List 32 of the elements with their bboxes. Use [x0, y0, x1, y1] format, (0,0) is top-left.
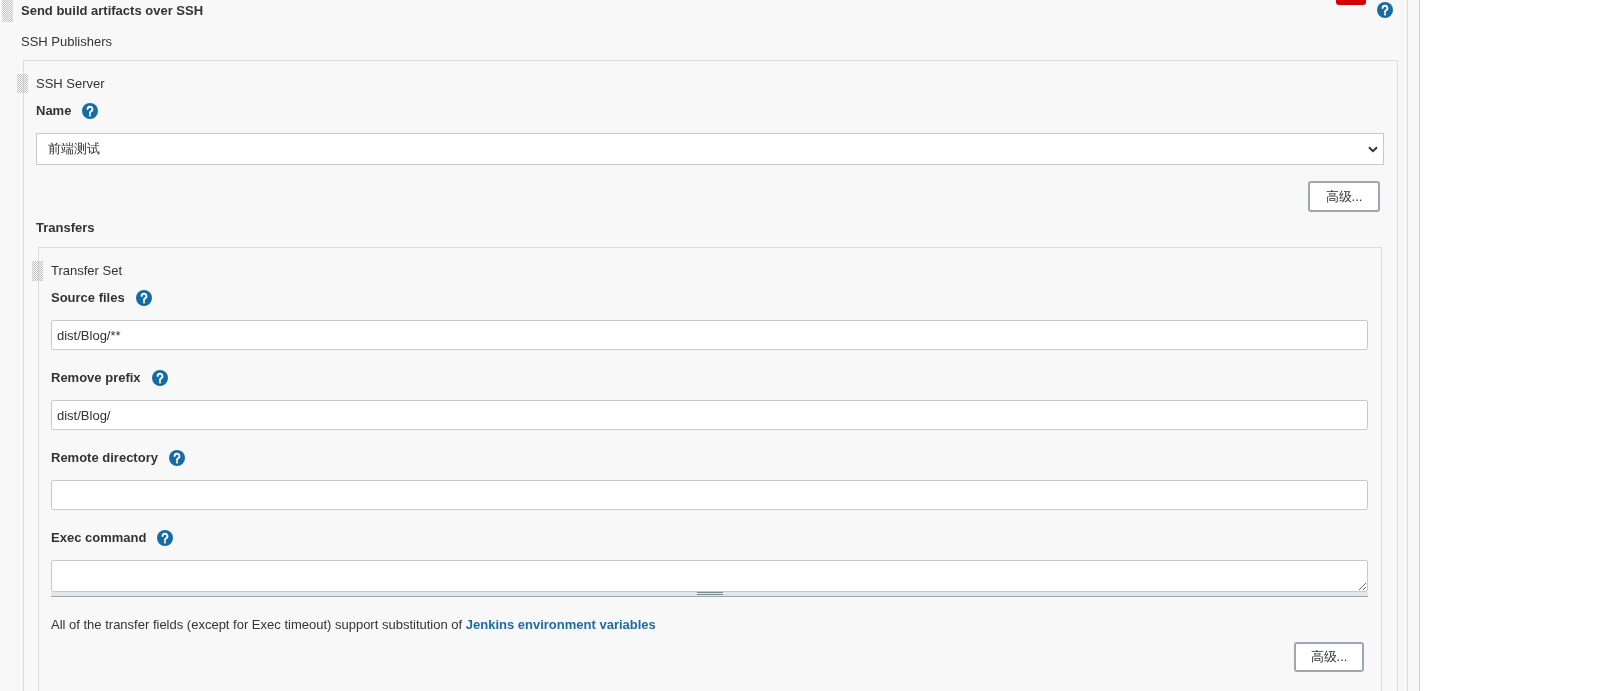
- textarea-field[interactable]: [51, 560, 1368, 592]
- panel-heading: SSH Server: [36, 75, 106, 93]
- text-field[interactable]: dist/Blog/**: [51, 320, 1368, 350]
- field-label: Source files: [51, 289, 125, 307]
- delete-button[interactable]: [1336, 0, 1366, 5]
- grip-icon[interactable]: [32, 261, 43, 281]
- advanced-button[interactable]: 高级...: [1308, 181, 1380, 212]
- section-subtitle: SSH Publishers: [21, 33, 114, 51]
- environment-variables-link[interactable]: Jenkins environment variables: [465, 617, 656, 632]
- help-icon[interactable]: [135, 290, 152, 306]
- field-label: Remove prefix: [51, 369, 141, 387]
- help-icon[interactable]: [157, 530, 174, 546]
- help-icon[interactable]: [82, 103, 99, 119]
- grip-icon[interactable]: [2, 0, 13, 22]
- text-field[interactable]: dist/Blog/: [51, 400, 1368, 430]
- section-label: Transfers: [36, 219, 96, 237]
- advanced-button[interactable]: 高级...: [1294, 642, 1364, 672]
- section-title: Send build artifacts over SSH: [21, 2, 205, 20]
- grip-icon: [696, 592, 723, 595]
- field-label: Exec command: [51, 529, 147, 547]
- help-icon[interactable]: [1377, 2, 1393, 18]
- panel-heading: Transfer Set: [51, 262, 124, 280]
- dropdown[interactable]: 前端测试: [36, 133, 1384, 165]
- resize-handle[interactable]: [51, 592, 1368, 597]
- field-label: Remote directory: [51, 449, 158, 467]
- help-icon[interactable]: [151, 370, 168, 386]
- field-label: Name: [36, 102, 72, 120]
- help-icon[interactable]: [168, 450, 185, 466]
- grip-icon[interactable]: [17, 74, 28, 93]
- substitution-note: All of the transfer fields (except for Exec timeout) support substitution of Jenkins environment variables: [51, 616, 657, 634]
- caret-icon: [1368, 145, 1378, 153]
- text-field[interactable]: [51, 480, 1368, 510]
